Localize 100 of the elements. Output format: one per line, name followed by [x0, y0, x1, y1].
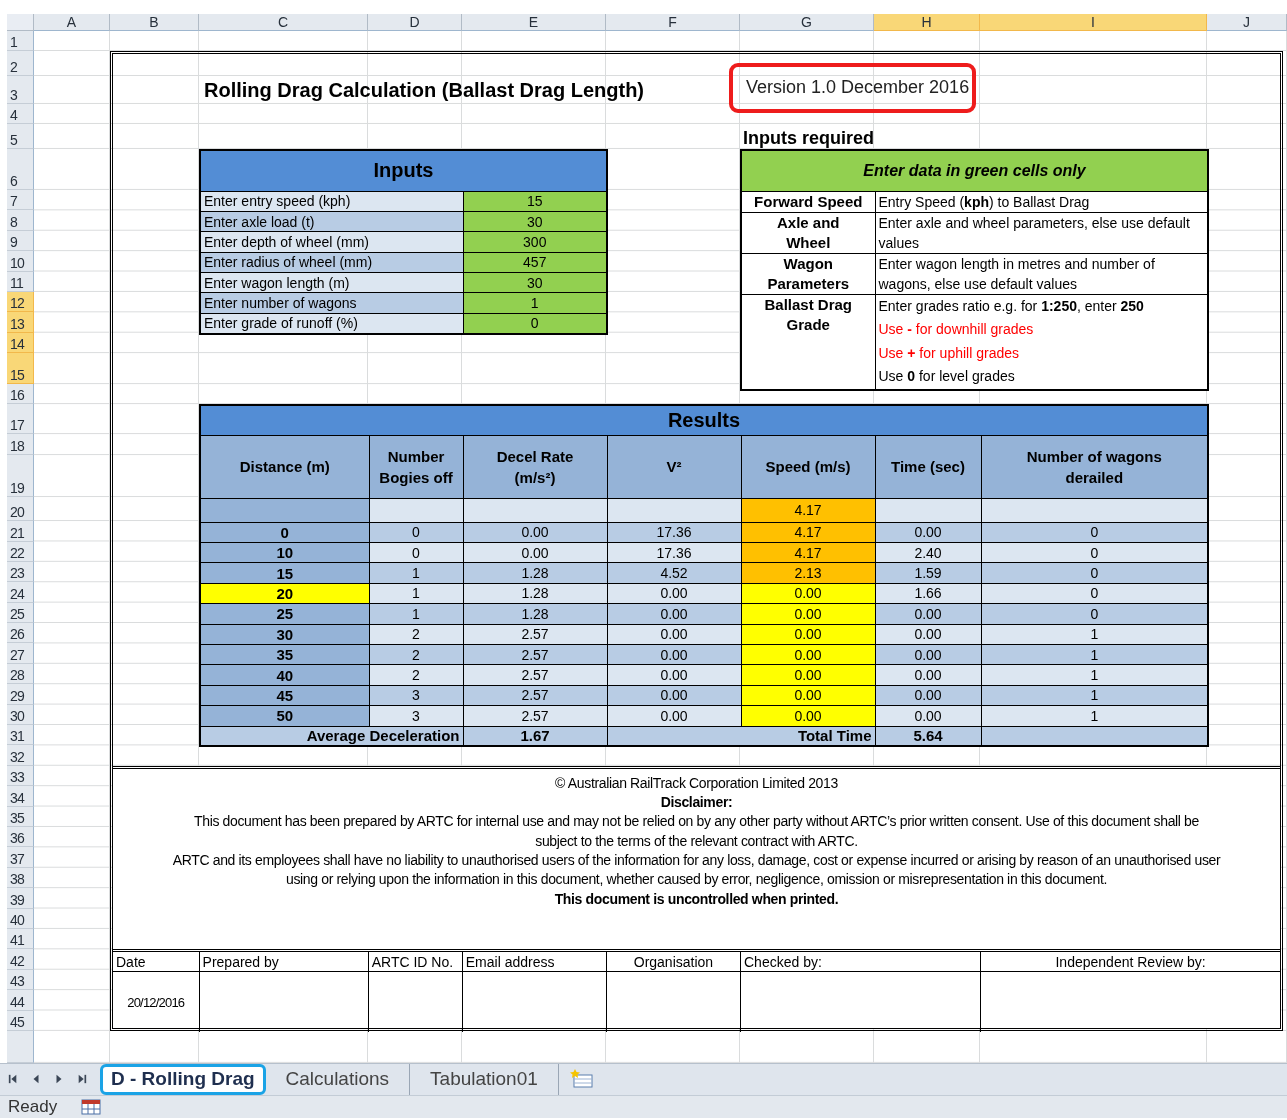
- row-header[interactable]: 24: [7, 582, 34, 603]
- table-cell: Enter wagon length (m): [200, 272, 463, 293]
- grid-icon[interactable]: [81, 1098, 102, 1115]
- row-header[interactable]: 2: [7, 51, 34, 76]
- column-heading: Distance (m): [200, 435, 369, 499]
- table-cell: Enter number of wagons: [200, 292, 463, 314]
- row-header[interactable]: 5: [7, 124, 34, 149]
- column-header[interactable]: E: [462, 14, 606, 31]
- row-header[interactable]: 38: [7, 867, 34, 889]
- row-header[interactable]: 33: [7, 765, 34, 787]
- row-header[interactable]: 14: [7, 332, 34, 354]
- row-header[interactable]: 28: [7, 663, 34, 685]
- instruction-text: Use 0 for level grades: [878, 367, 1016, 386]
- table-cell: Date: [113, 950, 200, 972]
- table-cell: ARTC ID No.: [368, 950, 463, 972]
- disclaimer-text: This document has been prepared by ARTC for internal use and may not be relied on by any other party without ARTC’s prior written consent. Use of this document shall be subject to the terms of the relevant contract with ARTC.: [193, 812, 1200, 851]
- row-header[interactable]: 35: [7, 806, 34, 827]
- column-heading: Number Bogies off: [369, 435, 463, 499]
- row-header[interactable]: 19: [7, 455, 34, 498]
- row-header[interactable]: 22: [7, 541, 34, 562]
- row-header[interactable]: 31: [7, 725, 34, 746]
- disclaimer-heading: Disclaimer:: [659, 793, 734, 813]
- row-header[interactable]: 45: [7, 1010, 34, 1031]
- table-cell: 30: [200, 624, 369, 645]
- instruction-text: Enter axle and wheel parameters, else use default values: [878, 213, 1191, 252]
- row-header[interactable]: 11: [7, 271, 34, 292]
- row-header[interactable]: 39: [7, 888, 34, 909]
- row-header[interactable]: 10: [7, 251, 34, 272]
- row-header[interactable]: 34: [7, 786, 34, 807]
- row-header[interactable]: 6: [7, 149, 34, 190]
- column-header[interactable]: H: [874, 14, 980, 31]
- row-header[interactable]: 15: [7, 353, 34, 385]
- sheet-tab[interactable]: Tabulation01: [410, 1063, 559, 1095]
- table-cell: Enter entry speed (kph): [200, 191, 463, 212]
- table-title: Results: [200, 405, 1209, 436]
- row-header[interactable]: 30: [7, 704, 34, 726]
- row-header[interactable]: 20: [7, 497, 34, 522]
- table-cell: Forward Speed: [741, 191, 875, 212]
- row-header[interactable]: 21: [7, 521, 34, 542]
- sheet-tab[interactable]: Calculations: [265, 1063, 411, 1095]
- sheet-tab[interactable]: D - Rolling Drag: [100, 1063, 266, 1095]
- table-cell: Enter radius of wheel (mm): [200, 252, 463, 273]
- row-header[interactable]: 29: [7, 684, 34, 705]
- skip-right-icon[interactable]: [77, 1073, 87, 1086]
- column-heading: V²: [607, 435, 741, 499]
- table-cell: Ballast Drag Grade: [741, 294, 875, 390]
- row-header[interactable]: 32: [7, 745, 34, 766]
- row-header[interactable]: 17: [7, 404, 34, 435]
- instruction-text: Use + for uphill grades: [878, 343, 1020, 363]
- table-cell: Enter depth of wheel (mm): [200, 231, 463, 253]
- column-heading: Speed (m/s): [741, 435, 875, 499]
- row-header[interactable]: 43: [7, 969, 34, 991]
- column-header[interactable]: C: [199, 14, 368, 31]
- table-cell: 4.17: [741, 498, 875, 523]
- row-header[interactable]: 42: [7, 949, 34, 970]
- row-header[interactable]: 23: [7, 561, 34, 583]
- left-arrow-icon[interactable]: [31, 1073, 41, 1086]
- skip-left-icon[interactable]: [8, 1073, 18, 1086]
- row-header[interactable]: 8: [7, 210, 34, 231]
- row-header[interactable]: 25: [7, 602, 34, 624]
- table-cell: Checked by:: [740, 950, 981, 972]
- row-header[interactable]: 37: [7, 847, 34, 868]
- column-header[interactable]: F: [606, 14, 740, 31]
- table-cell: 40: [200, 664, 369, 686]
- disclaimer-text: ARTC and its employees shall have no liability to unauthorised users of the information for any loss, damage, cost or expense incurred or arising by reason of an unauthorised user using or relying upon the information in this document, whether caused by error, negligence, omission or misrepresentation in this document.: [171, 851, 1222, 890]
- row-header[interactable]: 3: [7, 76, 34, 104]
- row-header[interactable]: 16: [7, 384, 34, 405]
- table-cell: Prepared by: [199, 950, 369, 972]
- row-header[interactable]: 26: [7, 623, 34, 644]
- row-header[interactable]: 40: [7, 908, 34, 929]
- column-header[interactable]: I: [980, 14, 1207, 31]
- version-label: Version 1.0 December 2016: [729, 62, 977, 113]
- table-cell: Email address: [462, 950, 607, 972]
- table-cell: Enter grade of runoff (%): [200, 313, 463, 334]
- row-header[interactable]: 27: [7, 643, 34, 664]
- table-cell: 50: [200, 705, 369, 727]
- row-header[interactable]: 18: [7, 434, 34, 456]
- row-header[interactable]: 13: [7, 312, 34, 333]
- notice-text: This document is uncontrolled when printed.: [553, 889, 840, 909]
- column-header[interactable]: J: [1207, 14, 1287, 31]
- table-cell: Wagon Parameters: [741, 253, 875, 294]
- row-header[interactable]: 12: [7, 291, 34, 313]
- row-header[interactable]: 44: [7, 990, 34, 1011]
- row-header[interactable]: 7: [7, 190, 34, 211]
- instruction-banner: Enter data in green cells only: [741, 150, 1208, 191]
- column-header[interactable]: B: [110, 14, 199, 31]
- row-header[interactable]: 41: [7, 928, 34, 950]
- column-header[interactable]: G: [740, 14, 874, 31]
- sheet-title: Rolling Drag Calculation (Ballast Drag Length): [203, 78, 646, 102]
- column-header[interactable]: A: [34, 14, 110, 31]
- row-header[interactable]: 36: [7, 827, 34, 848]
- column-header[interactable]: D: [368, 14, 462, 31]
- table-cell: Enter axle load (t): [200, 211, 463, 232]
- row-header[interactable]: 1: [7, 31, 34, 51]
- instruction-text: Enter wagon length in metres and number of wagons, else use default values: [878, 254, 1156, 293]
- instruction-text: Use - for downhill grades: [878, 320, 1035, 339]
- row-header[interactable]: 4: [7, 104, 34, 124]
- column-heading: Time (sec): [875, 435, 981, 499]
- table-cell: 0: [200, 522, 369, 543]
- row-header[interactable]: 9: [7, 230, 34, 252]
